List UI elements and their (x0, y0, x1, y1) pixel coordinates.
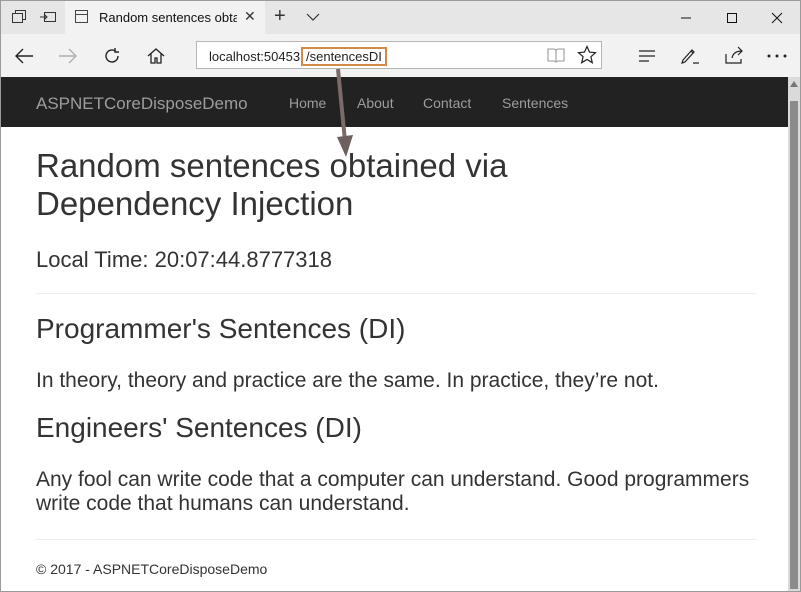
tab-preview-icon[interactable] (39, 9, 56, 25)
reading-view-icon[interactable] (546, 47, 566, 68)
url-host: localhost:50453 (209, 49, 301, 64)
scroll-up-icon[interactable] (790, 81, 798, 87)
url-path-highlight: /sentencesDI (301, 47, 387, 66)
nav-link-contact[interactable]: Contact (423, 95, 471, 111)
sentence-text: Any fool can write code that a computer … (36, 468, 750, 515)
page-title: Random sentences obtained via Dependency… (36, 147, 508, 222)
nav-link-home[interactable]: Home (289, 95, 326, 111)
browser-window: Random sentences obtained via Dependency… (0, 0, 801, 592)
local-time: Local Time: 20:07:44.8777318 (36, 247, 333, 272)
nav-link-sentences[interactable]: Sentences (502, 95, 568, 111)
tab-set-aside-icon[interactable] (11, 9, 27, 25)
divider (36, 539, 756, 540)
vertical-scrollbar[interactable] (788, 77, 800, 591)
page-icon (75, 10, 88, 23)
annotation-arrow-icon (336, 68, 353, 157)
forward-icon[interactable] (57, 45, 79, 67)
close-icon[interactable]: ✕ (244, 8, 256, 25)
web-note-icon[interactable] (678, 45, 702, 67)
close-window-icon[interactable] (754, 1, 800, 34)
active-tab[interactable]: Random sentences obtained via Dependency… (65, 1, 265, 34)
share-icon[interactable] (722, 45, 746, 67)
site-navbar: ASPNETCoreDisposeDemo Home About Contact… (1, 77, 788, 127)
browser-toolbar: localhost:50453 /sentencesDI (1, 34, 800, 77)
tab-list-icon[interactable] (306, 9, 320, 27)
title-bar: Random sentences obtained via Dependency… (1, 1, 800, 34)
hub-icon[interactable] (635, 45, 659, 67)
divider (36, 293, 756, 294)
section-heading: Programmer's Sentences (DI) (36, 313, 406, 344)
nav-link-about[interactable]: About (357, 95, 394, 111)
address-bar[interactable]: localhost:50453 /sentencesDI (196, 41, 602, 69)
refresh-icon[interactable] (101, 45, 123, 67)
maximize-icon[interactable] (709, 1, 755, 34)
back-icon[interactable] (13, 45, 35, 67)
site-brand-link[interactable]: ASPNETCoreDisposeDemo (36, 94, 248, 114)
page-footer: © 2017 - ASPNETCoreDisposeDemo (36, 561, 268, 577)
scrollbar-thumb[interactable] (790, 101, 798, 589)
tab-title: Random sentences obtained via Dependency… (99, 10, 237, 25)
favorite-star-icon[interactable] (577, 45, 597, 70)
section-heading: Engineers' Sentences (DI) (36, 412, 362, 443)
new-tab-icon[interactable]: + (274, 5, 286, 28)
minimize-icon[interactable] (663, 1, 709, 34)
sentence-text: In theory, theory and practice are the s… (36, 369, 659, 392)
home-icon[interactable] (145, 45, 167, 67)
more-icon[interactable] (765, 45, 789, 67)
